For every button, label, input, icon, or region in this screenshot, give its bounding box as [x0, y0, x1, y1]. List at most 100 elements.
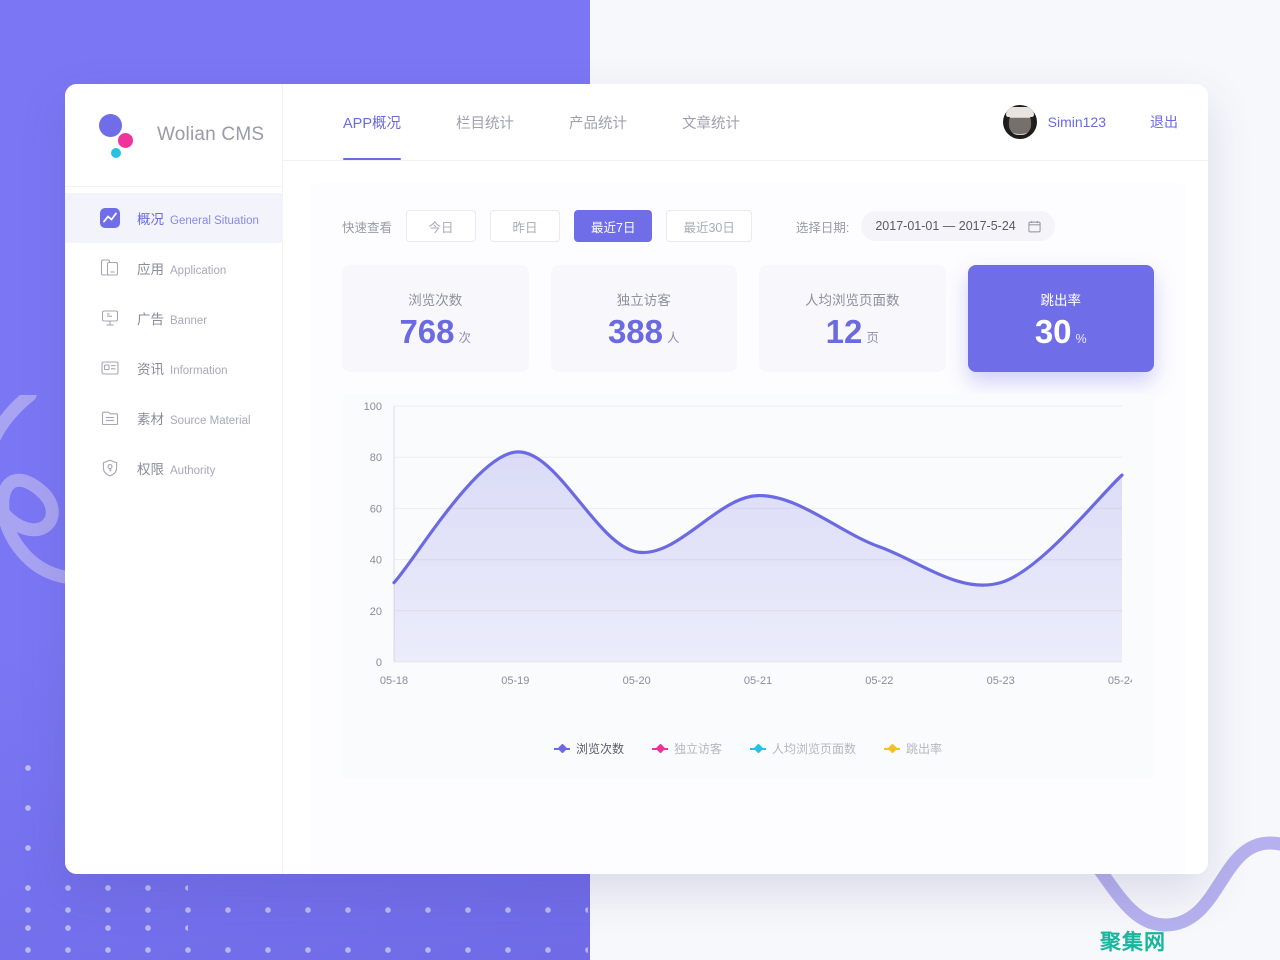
- svg-text:0: 0: [376, 657, 382, 669]
- svg-text:20: 20: [370, 606, 382, 618]
- app-window-icon: [95, 253, 125, 283]
- svg-text:05-20: 05-20: [623, 675, 651, 687]
- tab-app-overview[interactable]: APP概况: [343, 84, 402, 160]
- sidebar-item-label-en: Authority: [170, 465, 216, 477]
- tab-bar: APP概况 栏目统计 产品统计 文章统计: [343, 84, 795, 160]
- dashboard-panel: 快速查看 今日 昨日 最近7日 最近30日 选择日期: 2017-01-01 —…: [310, 183, 1186, 874]
- legend-marker-icon: [651, 743, 668, 754]
- top-bar: APP概况 栏目统计 产品统计 文章统计 Simin123 退出: [283, 84, 1208, 161]
- user-area: Simin123 退出: [1002, 105, 1178, 139]
- line-chart[interactable]: 0 20 40 60 80 100 05-18 05-19 05-20 05-21 05-22 05-…: [342, 394, 1132, 724]
- filter-bar: 快速查看 今日 昨日 最近7日 最近30日 选择日期: 2017-01-01 —…: [342, 209, 1154, 243]
- tab-product-statistics[interactable]: 产品统计: [569, 84, 627, 160]
- svg-text:80: 80: [370, 452, 382, 464]
- svg-text:60: 60: [370, 503, 382, 515]
- stat-unit: 人: [667, 331, 680, 345]
- svg-text:05-24: 05-24: [1108, 675, 1132, 687]
- filter-chip-today[interactable]: 今日: [406, 210, 477, 242]
- sidebar-item-general-situation[interactable]: 概况 General Situation: [65, 193, 282, 243]
- sidebar-item-label-cn: 资讯: [137, 362, 164, 377]
- svg-text:05-19: 05-19: [501, 675, 529, 687]
- sidebar-item-label-cn: 应用: [137, 262, 164, 277]
- stat-card-unique-visitors[interactable]: 独立访客 388 人: [550, 265, 737, 372]
- sidebar-item-label-en: Banner: [170, 315, 208, 327]
- stat-unit: 次: [458, 331, 472, 345]
- chart-line-icon: [95, 203, 125, 233]
- calendar-icon[interactable]: [1028, 220, 1041, 233]
- svg-text:05-22: 05-22: [865, 675, 893, 687]
- sidebar: Wolian CMS 概况 General Situation 应用 Appli…: [65, 84, 283, 874]
- date-picker-label: 选择日期:: [795, 220, 850, 235]
- stat-value: 388: [607, 313, 664, 350]
- logo-icon: [97, 112, 143, 158]
- filter-chip-last-30-days[interactable]: 最近30日: [666, 210, 752, 242]
- legend-item-bounce-rate[interactable]: 跳出率: [884, 740, 942, 757]
- stat-unit: %: [1075, 332, 1087, 346]
- stat-card-bounce-rate[interactable]: 跳出率 30 %: [967, 265, 1154, 372]
- filter-chip-yesterday[interactable]: 昨日: [490, 210, 561, 242]
- avatar[interactable]: [1002, 105, 1037, 139]
- svg-text:100: 100: [364, 401, 382, 413]
- filter-chip-last-7-days[interactable]: 最近7日: [574, 210, 653, 242]
- brand-name: Wolian CMS: [157, 124, 265, 145]
- stat-value: 12: [825, 313, 863, 350]
- sidebar-item-label-cn: 广告: [137, 312, 164, 327]
- legend-label: 人均浏览页面数: [772, 742, 857, 756]
- sidebar-item-label-cn: 概况: [137, 212, 164, 227]
- legend-label: 浏览次数: [575, 742, 624, 756]
- stat-unit: 页: [866, 331, 879, 345]
- stat-card-row: 浏览次数 768 次 独立访客 388 人 人均浏览页面数 12 页 跳出率 3…: [342, 265, 1154, 372]
- sidebar-item-application[interactable]: 应用 Application: [65, 243, 282, 293]
- logo-dot-purple: [99, 114, 122, 137]
- sidebar-nav: 概况 General Situation 应用 Application 广告 B…: [65, 187, 282, 493]
- legend-marker-icon: [750, 743, 766, 754]
- stat-value: 768: [399, 313, 455, 350]
- legend-label: 跳出率: [906, 742, 943, 756]
- stat-title: 独立访客: [616, 293, 671, 308]
- legend-marker-icon: [884, 743, 901, 754]
- tab-article-statistics[interactable]: 文章统计: [682, 84, 740, 160]
- tab-column-statistics[interactable]: 栏目统计: [456, 84, 514, 160]
- brand-logo[interactable]: Wolian CMS: [65, 84, 282, 187]
- chart-panel: 0 20 40 60 80 100 05-18 05-19 05-20 05-21 05-22 05-…: [342, 394, 1154, 779]
- sidebar-item-information[interactable]: 资讯 Information: [65, 343, 282, 393]
- sidebar-item-label-en: Source Material: [170, 415, 251, 427]
- stat-title: 浏览次数: [408, 293, 463, 308]
- main-area: APP概况 栏目统计 产品统计 文章统计 Simin123 退出 快速查看 今日…: [283, 84, 1208, 874]
- content-area: 快速查看 今日 昨日 最近7日 最近30日 选择日期: 2017-01-01 —…: [283, 161, 1208, 874]
- logo-dot-pink: [118, 133, 133, 148]
- stat-card-pages-per-visit[interactable]: 人均浏览页面数 12 页: [759, 265, 946, 372]
- sidebar-item-label-cn: 权限: [137, 462, 164, 477]
- svg-text:40: 40: [370, 555, 382, 567]
- folder-list-icon: [95, 403, 125, 433]
- sidebar-item-source-material[interactable]: 素材 Source Material: [65, 393, 282, 443]
- sidebar-item-label-en: Information: [170, 365, 228, 377]
- date-range-value: 2017-01-01 — 2017-5-24: [875, 219, 1016, 233]
- sidebar-item-banner[interactable]: 广告 Banner: [65, 293, 282, 343]
- sidebar-item-authority[interactable]: 权限 Authority: [65, 443, 282, 493]
- legend-marker-icon: [553, 743, 570, 754]
- date-range-picker[interactable]: 2017-01-01 — 2017-5-24: [861, 211, 1055, 241]
- quick-view-label: 快速查看: [342, 220, 393, 235]
- shield-key-icon: [95, 453, 125, 483]
- username-label[interactable]: Simin123: [1048, 114, 1106, 130]
- stat-title: 人均浏览页面数: [805, 293, 900, 308]
- chart-legend: 浏览次数 独立访客 人均浏览页面数 跳出率: [342, 740, 1154, 757]
- background-dot-pattern-bottom: [8, 890, 588, 960]
- legend-item-unique-visitors[interactable]: 独立访客: [651, 740, 722, 757]
- stat-card-page-views[interactable]: 浏览次数 768 次: [342, 265, 529, 372]
- stat-value: 30: [1034, 313, 1072, 350]
- sidebar-item-label-en: Application: [170, 265, 227, 277]
- legend-item-page-views[interactable]: 浏览次数: [553, 740, 624, 757]
- sidebar-item-label-cn: 素材: [137, 412, 164, 427]
- legend-label: 独立访客: [673, 742, 722, 756]
- svg-text:05-23: 05-23: [987, 675, 1015, 687]
- legend-item-pages-per-visit[interactable]: 人均浏览页面数: [750, 740, 856, 757]
- sidebar-item-label-en: General Situation: [170, 215, 259, 227]
- logo-dot-cyan: [111, 148, 121, 158]
- monitor-icon: [95, 303, 125, 333]
- svg-text:05-21: 05-21: [744, 675, 772, 687]
- news-icon: [95, 353, 125, 383]
- logout-button[interactable]: 退出: [1150, 112, 1178, 132]
- app-window: Wolian CMS 概况 General Situation 应用 Appli…: [65, 84, 1208, 874]
